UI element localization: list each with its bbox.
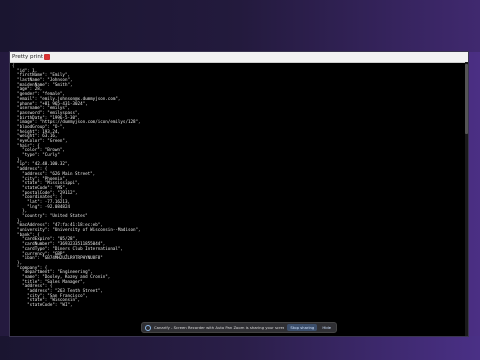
json-viewer-toolbar: Pretty print (10, 52, 468, 63)
sharing-message: Canarify - Screen Recorder with Auto Pan… (154, 325, 285, 330)
json-content: { "id": 1, "firstName": "Emily", "lastNa… (10, 63, 468, 309)
desktop-background-top (0, 0, 480, 52)
stop-sharing-button[interactable]: Stop sharing (287, 324, 318, 331)
json-line: "stateCode": "WI", (12, 302, 73, 308)
browser-window: Pretty print { "id": 1, "firstName": "Em… (10, 52, 468, 336)
screen-sharing-bar: Canarify - Screen Recorder with Auto Pan… (141, 322, 337, 333)
screen-share-icon (145, 324, 151, 331)
pretty-print-checkbox[interactable] (43, 54, 50, 60)
hide-button[interactable]: Hide (320, 324, 333, 331)
pretty-print-label: Pretty print (12, 54, 43, 60)
scrollbar-thumb[interactable] (465, 64, 468, 134)
desktop-background-bottom (0, 336, 480, 360)
pretty-print-toggle[interactable]: Pretty print (12, 54, 50, 60)
